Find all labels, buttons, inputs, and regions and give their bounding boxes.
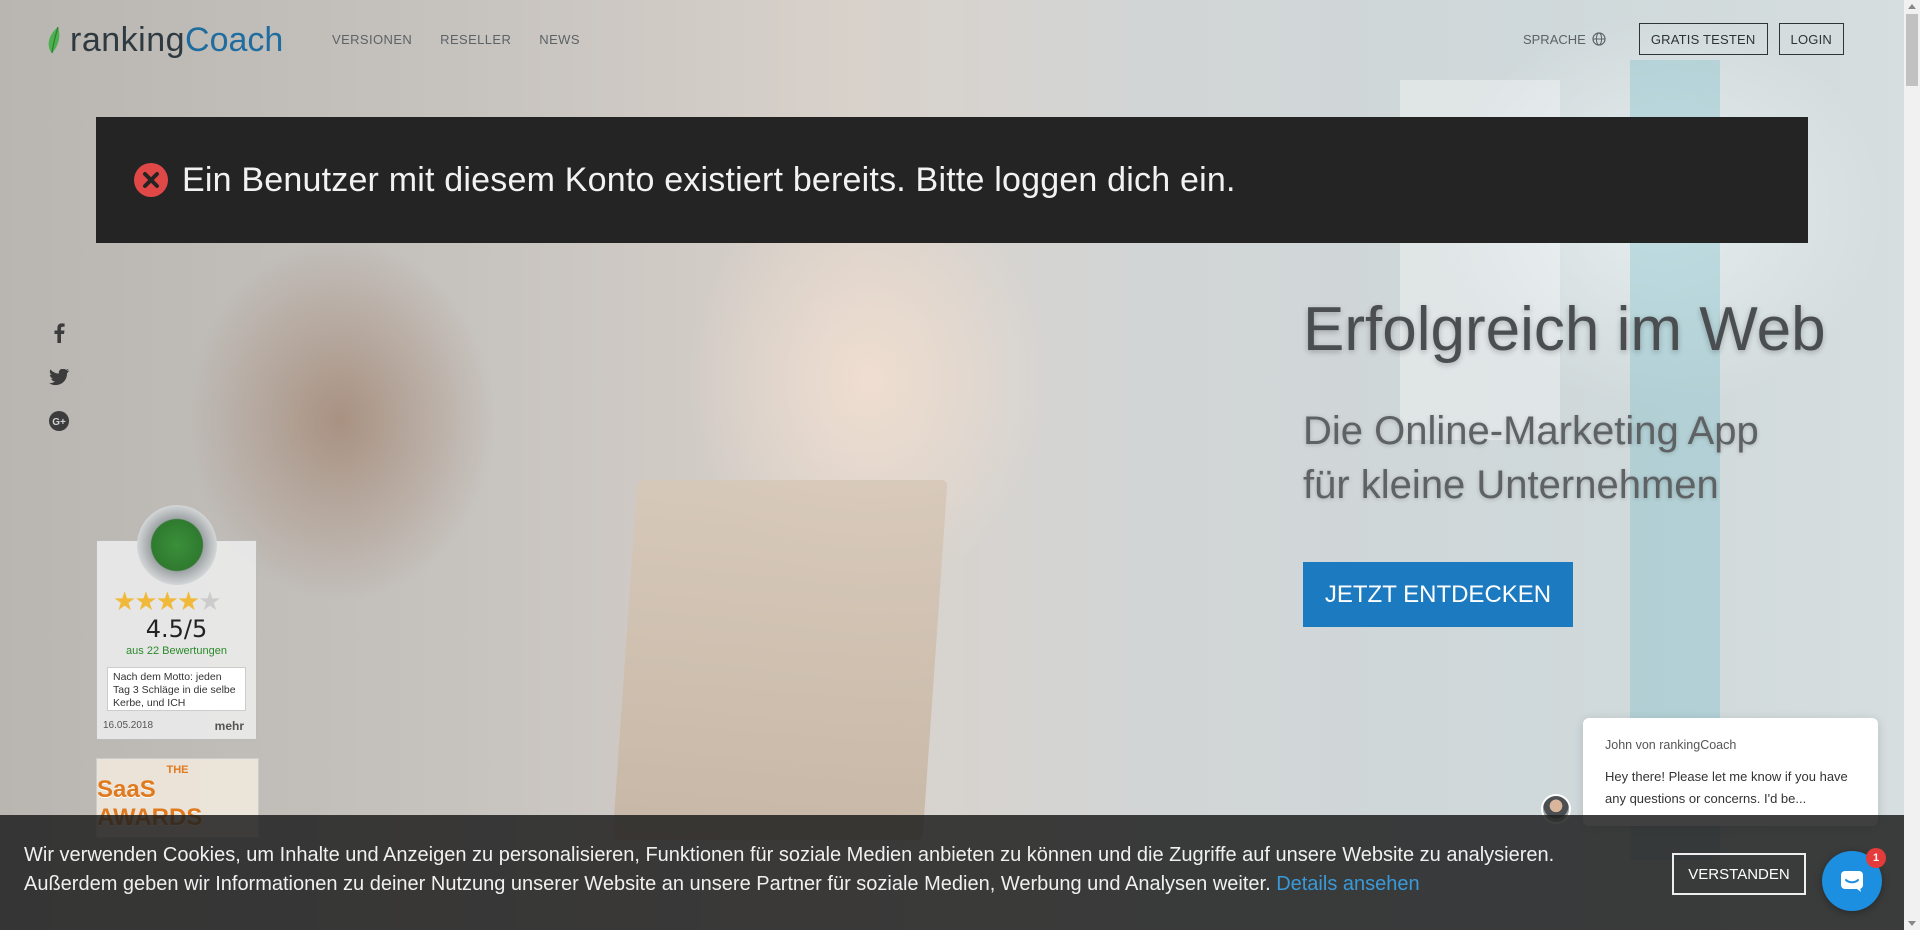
- google-plus-icon[interactable]: G+: [48, 410, 70, 432]
- login-button[interactable]: LOGIN: [1778, 23, 1844, 55]
- page-scrollbar[interactable]: [1904, 0, 1920, 930]
- svg-text:G+: G+: [52, 417, 66, 428]
- cookie-text-line2: Außerdem geben wir Informationen zu dein…: [24, 873, 1271, 895]
- logo-text-ranking: ranking: [70, 20, 186, 59]
- chat-message-bubble[interactable]: John von rankingCoach Hey there! Please …: [1583, 718, 1878, 826]
- hero-subtitle: Die Online-Marketing App für kleine Unte…: [1303, 404, 1823, 512]
- logo[interactable]: ranking Coach: [46, 18, 283, 62]
- cookie-text: Wir verwenden Cookies, um Inhalte und An…: [24, 841, 1644, 899]
- error-alert: Ein Benutzer mit diesem Konto existiert …: [96, 117, 1808, 243]
- nav-news[interactable]: NEWS: [539, 32, 580, 47]
- nav-right: SPRACHE GRATIS TESTEN LOGIN: [1523, 23, 1844, 55]
- saas-awards-small: THE: [166, 764, 189, 776]
- cookie-details-link[interactable]: Details ansehen: [1276, 873, 1419, 895]
- hero-subtitle-line2: für kleine Unternehmen: [1303, 463, 1719, 507]
- chat-sender: John von rankingCoach: [1605, 738, 1737, 752]
- review-excerpt: Nach dem Motto: jeden Tag 3 Schläge in d…: [107, 667, 246, 711]
- facebook-icon[interactable]: [48, 322, 70, 344]
- hero-title: Erfolgreich im Web: [1303, 295, 1826, 364]
- chat-message-text: Hey there! Please let me know if you hav…: [1605, 769, 1848, 806]
- language-selector[interactable]: SPRACHE: [1523, 32, 1606, 47]
- scroll-up-arrow[interactable]: [1908, 4, 1916, 9]
- error-x-icon: [134, 163, 168, 197]
- language-label: SPRACHE: [1522, 31, 1586, 47]
- alert-message: Ein Benutzer mit diesem Konto existiert …: [182, 160, 1236, 199]
- chat-unread-badge: 1: [1866, 848, 1886, 868]
- hero-laptop: [612, 480, 948, 840]
- rating-stars: ★★★★★: [113, 586, 222, 616]
- ekomi-seal-icon: [137, 505, 217, 585]
- scroll-down-arrow[interactable]: [1908, 921, 1916, 926]
- ekomi-rating-widget[interactable]: ★★★★★ 4.5/5 aus 22 Bewertungen Nach dem …: [96, 505, 257, 740]
- more-link[interactable]: mehr: [215, 719, 244, 733]
- rating-count: aus 22 Bewertungen: [126, 645, 227, 657]
- chat-icon: [1841, 871, 1863, 892]
- top-navigation: ranking Coach VERSIONEN RESELLER NEWS SPR…: [0, 0, 1904, 80]
- hero-subtitle-line1: Die Online-Marketing App: [1303, 409, 1759, 453]
- leaf-icon: [48, 26, 60, 54]
- social-links: G+: [48, 322, 70, 432]
- review-date: 16.05.2018: [103, 720, 154, 731]
- cookie-text-line1: Wir verwenden Cookies, um Inhalte und An…: [24, 844, 1555, 866]
- twitter-icon[interactable]: [48, 366, 70, 388]
- try-free-button[interactable]: GRATIS TESTEN: [1638, 23, 1768, 55]
- discover-now-button[interactable]: JETZT ENTDECKEN: [1303, 562, 1573, 627]
- cookie-banner: Wir verwenden Cookies, um Inhalte und An…: [0, 815, 1904, 930]
- nav-reseller[interactable]: RESELLER: [440, 32, 511, 47]
- scroll-thumb[interactable]: [1906, 14, 1918, 86]
- nav-versionen[interactable]: VERSIONEN: [332, 32, 412, 47]
- globe-icon: [1592, 32, 1606, 46]
- logo-text-coach: Coach: [185, 20, 284, 59]
- nav-links: VERSIONEN RESELLER NEWS: [332, 32, 580, 47]
- rating-score: 4.5/5: [145, 615, 208, 643]
- cookie-accept-button[interactable]: VERSTANDEN: [1672, 853, 1806, 895]
